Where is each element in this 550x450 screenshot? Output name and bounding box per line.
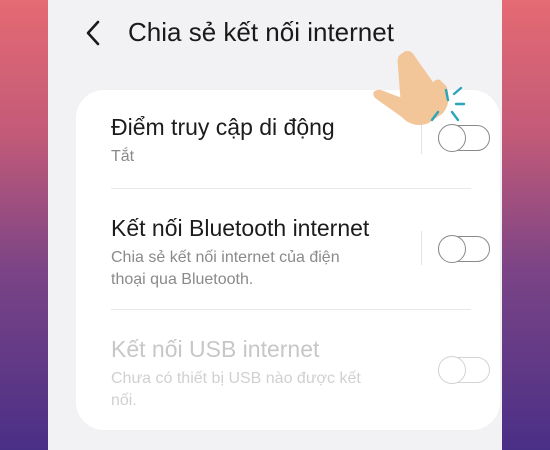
toggle-knob [438,356,466,384]
pointing-hand-icon [373,50,466,126]
setting-label: Kết nối Bluetooth internet [111,215,370,241]
settings-card: Điểm truy cập di động Tắt Kết nối Blueto… [76,90,500,430]
divider [421,231,422,265]
chevron-left-icon [86,20,100,46]
setting-description-line-1: Chia sẻ kết nối internet của điện [111,249,340,266]
setting-label: Điểm truy cập di động [111,114,335,140]
setting-status: Tắt [111,148,135,165]
setting-row-bluetooth-tethering[interactable]: Kết nối Bluetooth internet Chia sẻ kết n… [76,189,500,309]
bluetooth-tethering-toggle[interactable] [438,235,492,263]
setting-label: Kết nối USB internet [111,336,320,362]
setting-description-line-1: Chưa có thiết bị USB nào được kết [111,370,361,387]
setting-description-line-2: thoại qua Bluetooth. [111,271,254,288]
toggle-knob [438,235,466,263]
setting-description-line-2: nối. [111,392,137,409]
usb-tethering-toggle [438,356,492,384]
page-title: Chia sẻ kết nối internet [128,17,394,47]
settings-screen: Chia sẻ kết nối internet Điểm truy cập d… [48,0,502,450]
back-button[interactable] [78,18,108,48]
setting-row-usb-tethering: Kết nối USB internet Chưa có thiết bị US… [76,310,500,430]
